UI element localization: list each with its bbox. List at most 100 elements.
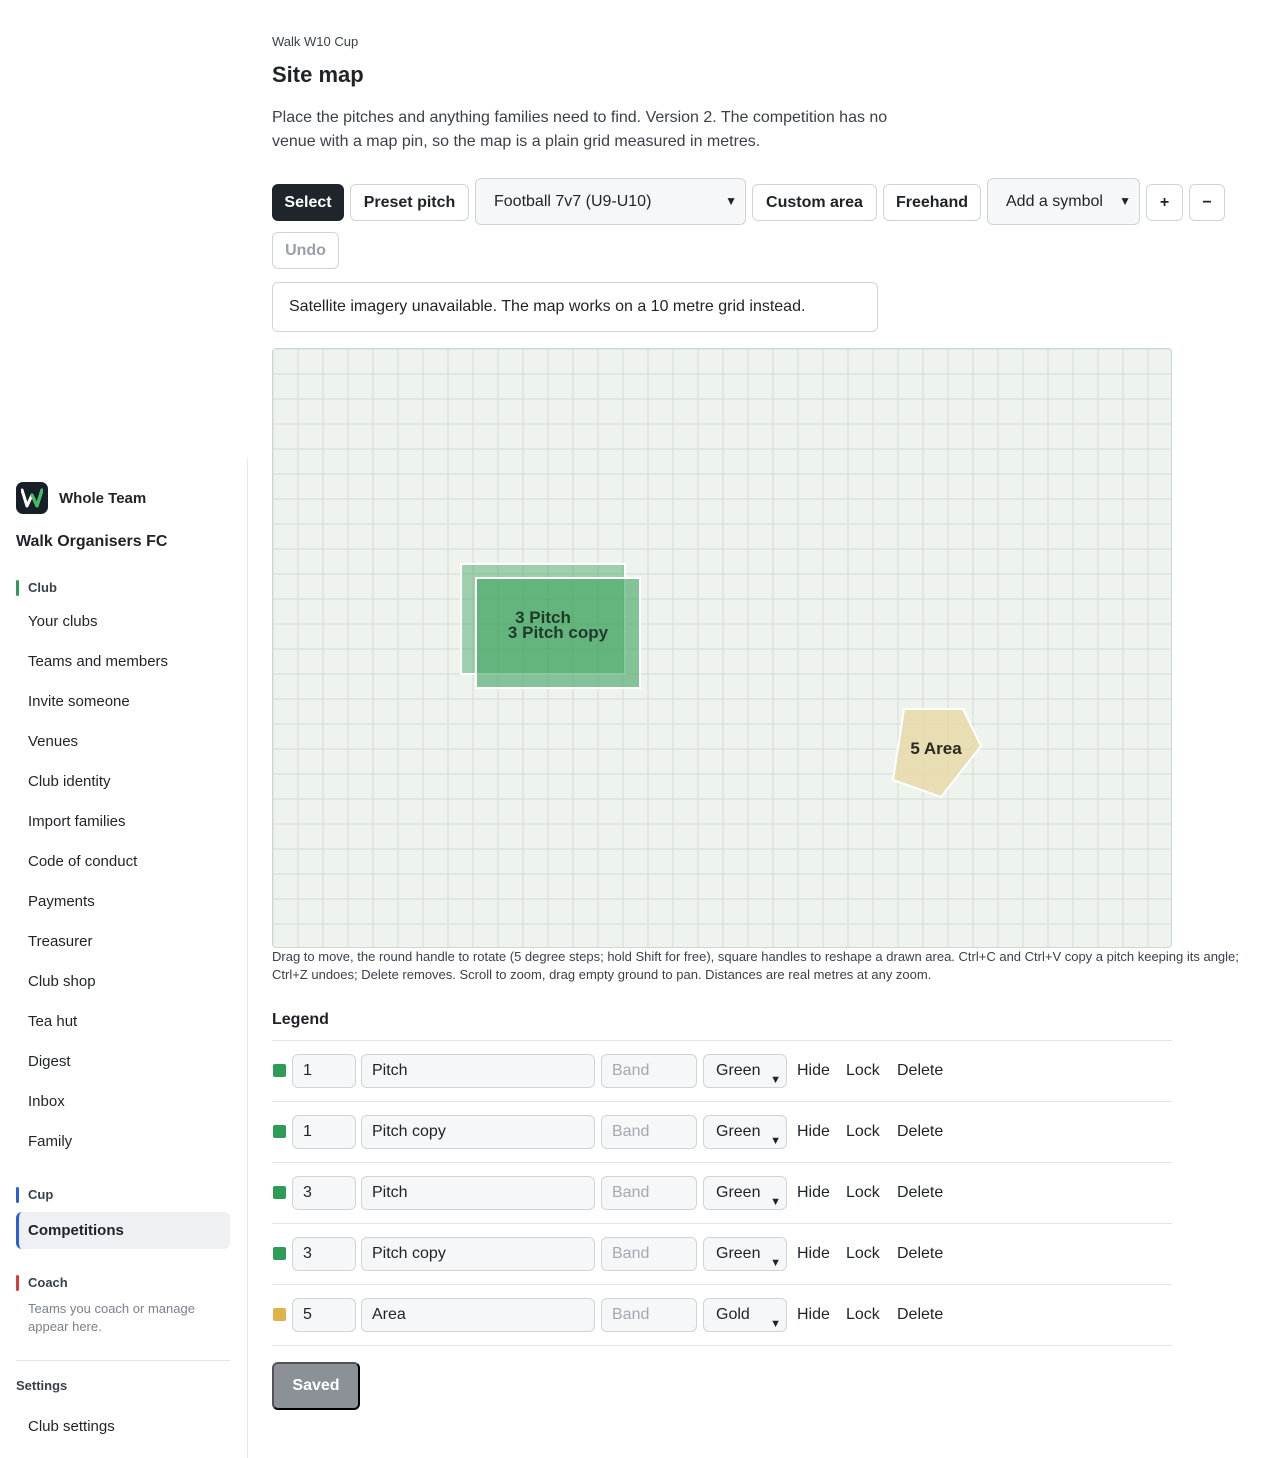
color-select-value: Green xyxy=(716,1245,761,1262)
color-select-value: Green xyxy=(716,1184,761,1201)
hide-button[interactable]: Hide xyxy=(797,1054,830,1088)
legend-row: 1 Pitch copy Band Green ▼ Hide Lock Delet… xyxy=(272,1115,1172,1149)
hide-button[interactable]: Hide xyxy=(797,1176,830,1210)
number-input[interactable]: 1 xyxy=(292,1054,356,1088)
swatch-green xyxy=(273,1247,286,1260)
name-input[interactable]: Pitch copy xyxy=(361,1237,595,1271)
pitch-preset-value: Football 7v7 (U9-U10) xyxy=(494,192,652,210)
swatch-gold xyxy=(273,1308,286,1321)
lock-button[interactable]: Lock xyxy=(846,1176,880,1210)
hide-button[interactable]: Hide xyxy=(797,1298,830,1332)
sidebar-item-family[interactable]: Family xyxy=(28,1133,72,1150)
map-svg[interactable]: 3 Pitch 3 Pitch copy 5 Area xyxy=(273,349,1172,948)
legend-title: Legend xyxy=(272,1011,329,1028)
site-map-canvas[interactable]: 3 Pitch 3 Pitch copy 5 Area xyxy=(272,348,1172,948)
sidebar-item-inbox[interactable]: Inbox xyxy=(28,1093,65,1110)
sidebar-item-teams-and-members[interactable]: Teams and members xyxy=(28,653,168,670)
name-input[interactable]: Area xyxy=(361,1298,595,1332)
lock-button[interactable]: Lock xyxy=(846,1298,880,1332)
name-input[interactable]: Pitch copy xyxy=(361,1115,595,1149)
imagery-notice: Satellite imagery unavailable. The map w… xyxy=(272,282,878,332)
area-label: 5 Area xyxy=(910,739,962,758)
saved-button[interactable]: Saved xyxy=(272,1362,360,1410)
hide-button[interactable]: Hide xyxy=(797,1237,830,1271)
breadcrumb[interactable]: Walk W10 Cup xyxy=(272,34,358,49)
band-input[interactable]: Band xyxy=(601,1298,697,1332)
freehand-button[interactable]: Freehand xyxy=(883,184,981,221)
number-input[interactable]: 1 xyxy=(292,1115,356,1149)
color-select-value: Green xyxy=(716,1062,761,1079)
sidebar-item-import-families[interactable]: Import families xyxy=(28,813,126,830)
page-description: Place the pitches and anything families … xyxy=(272,109,888,150)
legend-divider xyxy=(272,1345,1172,1346)
sidebar-item-treasurer[interactable]: Treasurer xyxy=(28,933,92,950)
custom-area-button[interactable]: Custom area xyxy=(752,184,877,221)
sidebar-item-code-of-conduct[interactable]: Code of conduct xyxy=(28,853,137,870)
sidebar-item-payments[interactable]: Payments xyxy=(28,893,95,910)
section-cup: Cup xyxy=(16,1187,53,1203)
swatch-green xyxy=(273,1186,286,1199)
sidebar-item-digest[interactable]: Digest xyxy=(28,1053,71,1070)
chevron-down-icon: ▼ xyxy=(770,1196,781,1208)
color-select[interactable]: Gold ▼ xyxy=(703,1298,787,1332)
sidebar-item-competitions[interactable]: Competitions xyxy=(16,1212,230,1249)
legend-divider xyxy=(272,1284,1172,1285)
legend-row: 1 Pitch Band Green ▼ Hide Lock Delete xyxy=(272,1054,1172,1088)
map-grid xyxy=(273,349,1171,947)
zoom-out-button[interactable]: − xyxy=(1189,184,1225,221)
delete-button[interactable]: Delete xyxy=(897,1176,943,1210)
band-input[interactable]: Band xyxy=(601,1115,697,1149)
delete-button[interactable]: Delete xyxy=(897,1115,943,1149)
number-input[interactable]: 5 xyxy=(292,1298,356,1332)
band-input[interactable]: Band xyxy=(601,1237,697,1271)
pitch-preset-select[interactable]: Football 7v7 (U9-U10) ▼ xyxy=(475,178,746,225)
color-select[interactable]: Green ▼ xyxy=(703,1176,787,1210)
color-select[interactable]: Green ▼ xyxy=(703,1237,787,1271)
map-help-text: Drag to move, the round handle to rotate… xyxy=(272,949,1239,982)
chevron-down-icon: ▼ xyxy=(770,1074,781,1086)
name-input[interactable]: Pitch xyxy=(361,1054,595,1088)
delete-button[interactable]: Delete xyxy=(897,1237,943,1271)
chevron-down-icon: ▼ xyxy=(1119,194,1131,208)
sidebar-item-club-identity[interactable]: Club identity xyxy=(28,773,111,790)
lock-button[interactable]: Lock xyxy=(846,1115,880,1149)
sidebar-item-club-settings[interactable]: Club settings xyxy=(28,1418,115,1435)
name-input[interactable]: Pitch xyxy=(361,1176,595,1210)
hide-button[interactable]: Hide xyxy=(797,1115,830,1149)
number-input[interactable]: 3 xyxy=(292,1176,356,1210)
legend-divider xyxy=(272,1223,1172,1224)
club-name: Walk Organisers FC xyxy=(16,533,168,550)
lock-button[interactable]: Lock xyxy=(846,1054,880,1088)
symbol-select[interactable]: Add a symbol ▼ xyxy=(987,178,1140,225)
lock-button[interactable]: Lock xyxy=(846,1237,880,1271)
sidebar-item-your-clubs[interactable]: Your clubs xyxy=(28,613,98,630)
section-coach: Coach xyxy=(16,1275,68,1291)
legend-row: 3 Pitch copy Band Green ▼ Hide Lock Delet… xyxy=(272,1237,1172,1271)
section-club: Club xyxy=(16,580,57,596)
undo-button[interactable]: Undo xyxy=(272,232,339,269)
color-select-value: Gold xyxy=(716,1306,750,1323)
section-settings: Settings xyxy=(16,1378,68,1393)
preset-pitch-button[interactable]: Preset pitch xyxy=(350,184,469,221)
delete-button[interactable]: Delete xyxy=(897,1298,943,1332)
band-input[interactable]: Band xyxy=(601,1176,697,1210)
legend-divider xyxy=(272,1040,1172,1041)
sidebar-item-club-shop[interactable]: Club shop xyxy=(28,973,96,990)
sidebar-item-invite-someone[interactable]: Invite someone xyxy=(28,693,130,710)
select-tool-button[interactable]: Select xyxy=(272,184,344,221)
symbol-select-value: Add a symbol xyxy=(1006,192,1103,210)
sidebar-divider xyxy=(16,1360,230,1361)
color-select[interactable]: Green ▼ xyxy=(703,1115,787,1149)
zoom-in-button[interactable]: + xyxy=(1146,184,1183,221)
sidebar-item-tea-hut[interactable]: Tea hut xyxy=(28,1013,77,1030)
coach-note: Teams you coach or manage appear here. xyxy=(28,1301,195,1334)
chevron-down-icon: ▼ xyxy=(725,194,737,208)
band-input[interactable]: Band xyxy=(601,1054,697,1088)
chevron-down-icon: ▼ xyxy=(770,1318,781,1330)
delete-button[interactable]: Delete xyxy=(897,1054,943,1088)
brand[interactable]: Whole Team xyxy=(16,482,146,514)
sidebar-item-venues[interactable]: Venues xyxy=(28,733,78,750)
color-select[interactable]: Green ▼ xyxy=(703,1054,787,1088)
chevron-down-icon: ▼ xyxy=(770,1135,781,1147)
number-input[interactable]: 3 xyxy=(292,1237,356,1271)
